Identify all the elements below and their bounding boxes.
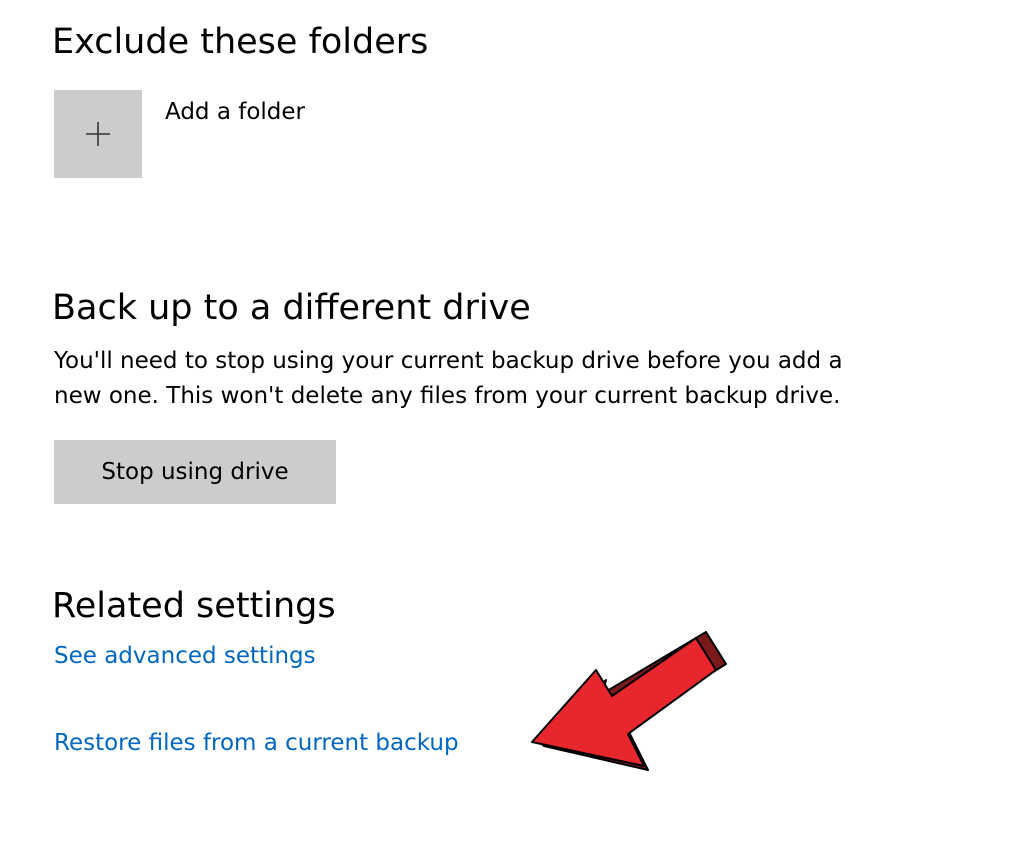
backup-drive-description: You'll need to stop using your current b… xyxy=(54,344,1004,414)
add-folder-label[interactable]: Add a folder xyxy=(165,99,305,125)
restore-files-link[interactable]: Restore files from a current backup xyxy=(54,730,459,756)
exclude-folders-heading: Exclude these folders xyxy=(52,22,429,62)
backup-different-drive-heading: Back up to a different drive xyxy=(52,288,531,328)
stop-using-drive-button[interactable]: Stop using drive xyxy=(54,440,336,504)
plus-icon xyxy=(86,122,110,146)
see-advanced-settings-link[interactable]: See advanced settings xyxy=(54,643,316,669)
description-line: You'll need to stop using your current b… xyxy=(54,348,843,374)
red-arrow-icon xyxy=(531,631,727,771)
arrow-face xyxy=(531,637,717,767)
add-folder-button[interactable] xyxy=(54,90,142,178)
description-line: new one. This won't delete any files fro… xyxy=(54,383,841,409)
backup-settings-page: Exclude these folders Add a folder Back … xyxy=(0,0,1016,862)
related-settings-heading: Related settings xyxy=(52,586,336,626)
